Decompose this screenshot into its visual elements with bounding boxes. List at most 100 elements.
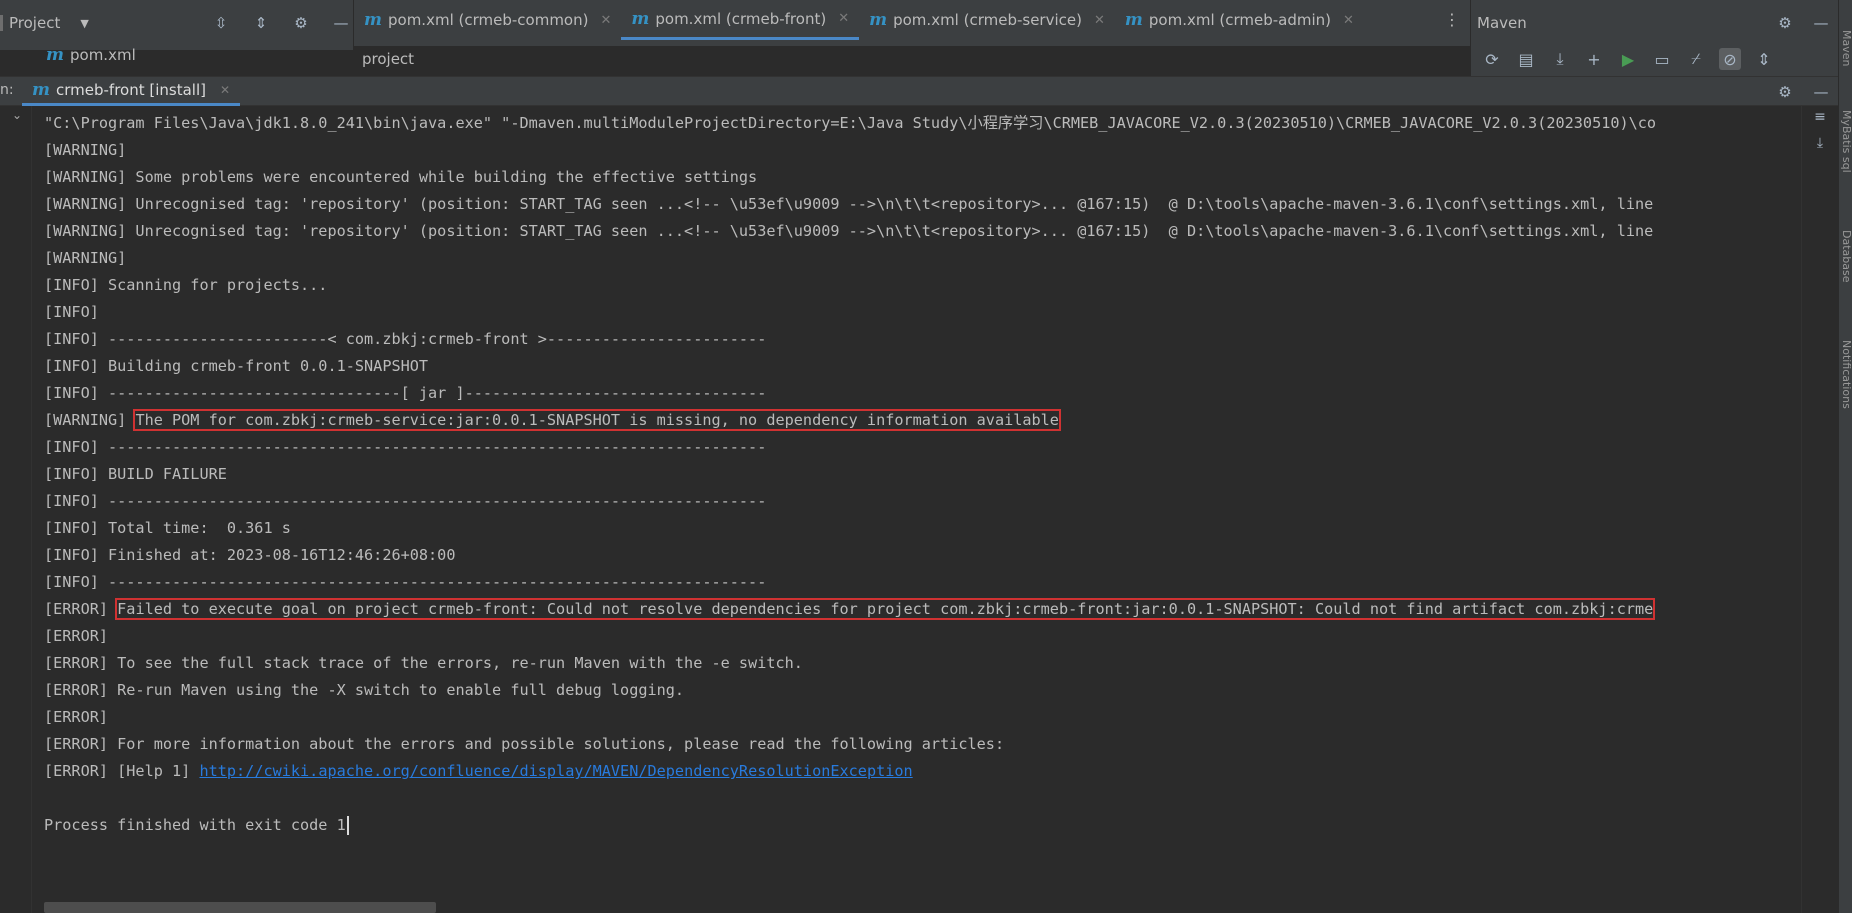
strip-label-maven[interactable]: Maven xyxy=(1840,30,1852,66)
tab-label: pom.xml (crmeb-service) xyxy=(893,11,1082,29)
maven-file-icon: m xyxy=(631,8,650,29)
close-icon[interactable]: ✕ xyxy=(1094,13,1105,28)
console-line: [INFO] Finished at: 2023-08-16T12:46:26+… xyxy=(44,546,456,564)
reload-icon[interactable]: ⟳ xyxy=(1481,48,1503,70)
console-line: [INFO] Building crmeb-front 0.0.1-SNAPSH… xyxy=(44,357,429,375)
console-line: [WARNING] Unrecognised tag: 'repository'… xyxy=(44,222,1654,240)
run-window-label: n: xyxy=(0,82,14,98)
scroll-to-end-icon[interactable]: ⤓ xyxy=(1809,132,1831,154)
maven-panel: Maven ⚙ — ⟳ ▤ ⤓ + ▶ ▭ ⌿ ⊘ ⇕ xyxy=(1470,0,1838,76)
tab-label: pom.xml (crmeb-common) xyxy=(388,11,589,29)
console-line: [INFO] BUILD FAILURE xyxy=(44,465,227,483)
project-file-label: pom.xml xyxy=(70,46,136,64)
console-line: [ERROR] Re-run Maven using the -X switch… xyxy=(44,681,685,699)
console-line: [ERROR] For more information about the e… xyxy=(44,735,1005,753)
run-icon[interactable]: ▶ xyxy=(1617,48,1639,70)
maven-toolbar: ⟳ ▤ ⤓ + ▶ ▭ ⌿ ⊘ ⇕ xyxy=(1481,48,1775,70)
console-line: [INFO] ---------------------------------… xyxy=(44,438,767,456)
skip-tests-icon[interactable]: ⊘ xyxy=(1719,48,1741,70)
toggle-offline-icon[interactable]: ⌿ xyxy=(1685,48,1707,70)
console-line-error-goal: [ERROR] Failed to execute goal on projec… xyxy=(44,596,1801,623)
maven-file-icon: m xyxy=(869,10,888,30)
tab-pom-crmeb-front[interactable]: m pom.xml (crmeb-front) ✕ xyxy=(621,0,860,40)
console-line: [WARNING] Some problems were encountered… xyxy=(44,168,758,186)
tab-label: pom.xml (crmeb-admin) xyxy=(1148,11,1332,29)
breadcrumb[interactable]: project xyxy=(354,46,1470,72)
close-icon[interactable]: ✕ xyxy=(600,13,611,28)
console-line: [INFO] xyxy=(44,303,99,321)
project-tree-item-pom[interactable]: m pom.xml xyxy=(46,45,136,65)
console-line: [ERROR] To see the full stack trace of t… xyxy=(44,654,803,672)
run-tab-crmeb-front-install[interactable]: m crmeb-front [install] ✕ xyxy=(22,77,241,106)
soft-wrap-icon[interactable]: ≡ xyxy=(1809,106,1831,128)
gear-icon[interactable]: ⚙ xyxy=(290,12,312,34)
collapse-icon[interactable]: ⇕ xyxy=(1753,48,1775,70)
strip-label-mybatis[interactable]: MyBatis sql xyxy=(1840,110,1852,173)
strip-label-notifications[interactable]: Notifications xyxy=(1840,340,1852,409)
project-panel-title[interactable]: Project ▼ xyxy=(0,14,89,32)
tab-pom-crmeb-common[interactable]: m pom.xml (crmeb-common) ✕ xyxy=(354,0,621,40)
maven-header-tools: ⚙ — xyxy=(1774,12,1832,34)
plus-icon[interactable]: + xyxy=(1583,48,1605,70)
close-icon[interactable]: ✕ xyxy=(1343,13,1354,28)
exit-text: Process finished with exit code 1 xyxy=(44,816,346,834)
console-line: [WARNING] xyxy=(44,141,127,159)
minimize-icon[interactable]: — xyxy=(1810,81,1832,103)
console-line: [ERROR] xyxy=(44,627,109,645)
log-level-prefix: [ERROR] xyxy=(44,600,118,618)
help-link[interactable]: http://cwiki.apache.org/confluence/displ… xyxy=(199,762,912,780)
close-icon[interactable]: ✕ xyxy=(220,83,230,97)
add-project-icon[interactable]: ▤ xyxy=(1515,48,1537,70)
highlighted-warning: The POM for com.zbkj:crmeb-service:jar:0… xyxy=(133,409,1061,431)
tab-label: pom.xml (crmeb-front) xyxy=(655,9,827,28)
log-level-prefix: [WARNING] xyxy=(44,411,136,429)
gear-icon[interactable]: ⚙ xyxy=(1774,81,1796,103)
console-line: "C:\Program Files\Java\jdk1.8.0_241\bin\… xyxy=(44,114,1657,132)
collapse-all-icon[interactable]: ⇕ xyxy=(250,12,272,34)
gear-icon[interactable]: ⚙ xyxy=(1774,12,1796,34)
strip-label-database[interactable]: Database xyxy=(1840,230,1852,283)
maven-panel-title: Maven xyxy=(1477,14,1527,32)
tab-pom-crmeb-admin[interactable]: m pom.xml (crmeb-admin) ✕ xyxy=(1115,0,1364,40)
highlighted-error: Failed to execute goal on project crmeb-… xyxy=(115,598,1656,620)
minimize-icon[interactable]: — xyxy=(330,12,352,34)
project-panel-header: Project ▼ ⇳ ⇕ ⚙ — m pom.xml xyxy=(0,0,354,65)
more-vertical-icon[interactable]: ⋮ xyxy=(1444,10,1460,29)
horizontal-scrollbar[interactable] xyxy=(44,902,436,913)
expand-all-icon[interactable]: ⇳ xyxy=(210,12,232,34)
minimize-icon[interactable]: — xyxy=(1810,12,1832,34)
console-line-warning-pom: [WARNING] The POM for com.zbkj:crmeb-ser… xyxy=(44,407,1801,434)
chevron-down-icon[interactable]: ▼ xyxy=(80,17,88,30)
project-title-label: Project xyxy=(9,14,61,32)
run-tab-label: crmeb-front [install] xyxy=(56,81,206,99)
console-line: [WARNING] Unrecognised tag: 'repository'… xyxy=(44,195,1654,213)
maven-run-icon: m xyxy=(32,80,50,100)
maven-file-icon: m xyxy=(364,10,382,30)
tab-pom-crmeb-service[interactable]: m pom.xml (crmeb-service) ✕ xyxy=(859,0,1115,40)
console-line: [ERROR] xyxy=(44,708,109,726)
console-line: [INFO] ---------------------------------… xyxy=(44,573,767,591)
console-output[interactable]: "C:\Program Files\Java\jdk1.8.0_241\bin\… xyxy=(32,106,1801,906)
console-line: [INFO] Total time: 0.361 s xyxy=(44,519,291,537)
maven-file-icon: m xyxy=(46,45,64,65)
console-line: [WARNING] xyxy=(44,249,127,267)
close-icon[interactable]: ✕ xyxy=(838,11,849,26)
run-right-gutter: ≡ ⤓ xyxy=(1801,106,1838,913)
log-level-prefix: [ERROR] [Help 1] xyxy=(44,762,200,780)
maven-file-icon: m xyxy=(1124,10,1143,30)
console-line-help: [ERROR] [Help 1] http://cwiki.apache.org… xyxy=(44,758,1801,785)
download-icon[interactable]: ⤓ xyxy=(1549,48,1571,70)
editor-tab-bar: m pom.xml (crmeb-common) ✕ m pom.xml (cr… xyxy=(354,0,1470,50)
console-line: [INFO] --------------------------------[… xyxy=(44,384,767,402)
console-line: [INFO] Scanning for projects... xyxy=(44,276,328,294)
project-toolbar: ⇳ ⇕ ⚙ — xyxy=(210,12,352,34)
run-header-tools: ⚙ — xyxy=(1774,81,1832,103)
execute-goal-icon[interactable]: ▭ xyxy=(1651,48,1673,70)
right-tool-strip: Maven MyBatis sql Database Notifications xyxy=(1838,0,1852,913)
console-exit-line: Process finished with exit code 1 xyxy=(44,812,1801,839)
chevron-down-icon[interactable]: ⌄ xyxy=(12,108,22,122)
text-cursor xyxy=(346,816,349,835)
run-left-gutter: ⌄ xyxy=(0,106,32,913)
console-line: [INFO] ------------------------< com.zbk… xyxy=(44,330,767,348)
